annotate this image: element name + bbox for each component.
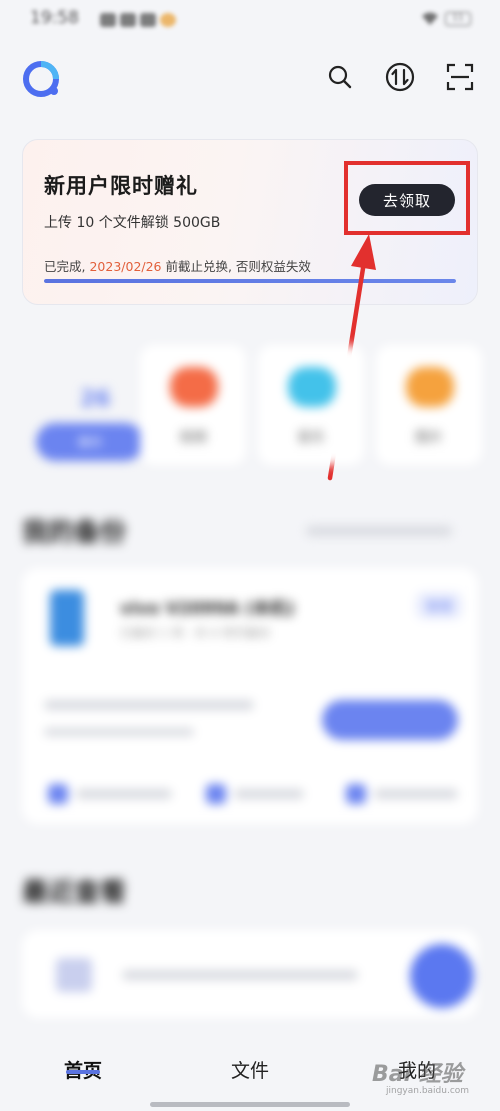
new-user-gift-card: 新用户限时赠礼 上传 10 个文件解锁 500GB 已完成, 2023/02/2…: [22, 139, 478, 305]
quick-actions-row: 26 备份 视频 音乐 图片: [0, 345, 500, 475]
home-indicator: [150, 1102, 350, 1107]
status-bar: 19:58 11: [0, 0, 500, 40]
watermark-logo: Bai 经验: [372, 1062, 463, 1087]
app-logo-icon: [23, 61, 59, 97]
file-icon: [56, 958, 92, 992]
backup-item-line: [76, 789, 172, 799]
device-name: vivo V2099A (本机): [120, 599, 295, 619]
promo-deadline-text: 已完成, 2023/02/26 前截止兑换, 否则权益失效: [44, 256, 311, 275]
notification-icons: [100, 12, 188, 27]
progress-fill: [44, 279, 456, 283]
backup-tile[interactable]: 26 备份: [18, 345, 144, 465]
promo-progress-bar: [44, 279, 456, 283]
status-time: 19:58: [30, 8, 79, 28]
quick-tile-label: 图片: [415, 430, 443, 446]
quick-tile-image[interactable]: 图片: [376, 345, 482, 465]
recent-item-text: [122, 970, 358, 980]
nav-files-tab[interactable]: 文件: [227, 1056, 273, 1083]
status-suffix: 前截止兑换, 否则权益失效: [161, 259, 311, 274]
quick-tile-label: 视频: [179, 430, 207, 446]
quick-tile-video[interactable]: 视频: [140, 345, 246, 465]
search-icon[interactable]: [323, 60, 357, 94]
scan-icon[interactable]: [443, 60, 477, 94]
phone-icon: [50, 590, 84, 646]
wifi-icon: [422, 12, 438, 25]
backup-item-line: [374, 789, 458, 799]
quick-tile-music[interactable]: 音乐: [258, 345, 364, 465]
backup-pill: 备份: [36, 423, 144, 461]
download-icon: [346, 784, 366, 804]
backup-hint-sub: [44, 728, 194, 736]
device-manage-tag[interactable]: 管理: [416, 592, 463, 619]
backup-toolbar: [306, 526, 452, 536]
deadline-date: 2023/02/26: [89, 259, 162, 274]
claim-button[interactable]: 去领取: [359, 184, 455, 216]
video-icon: [170, 367, 218, 407]
status-prefix: 已完成,: [44, 259, 86, 274]
music-icon: [288, 367, 336, 407]
backup-item-line: [234, 789, 304, 799]
backup-count: 26: [80, 387, 111, 412]
contacts-icon: [48, 784, 68, 804]
device-backup-card[interactable]: vivo V2099A (本机) 已备份 1 项 · 共 4 项可备份 管理: [22, 568, 478, 824]
backup-hint-line: [44, 700, 254, 710]
nav-active-indicator: [66, 1070, 100, 1074]
watermark-url: jingyan.baidu.com: [386, 1086, 470, 1096]
photos-icon: [206, 784, 226, 804]
recent-title: 最近查看: [22, 878, 127, 908]
battery-icon: 11: [445, 12, 471, 26]
upload-fab-button[interactable]: [410, 944, 474, 1008]
promo-title: 新用户限时赠礼: [44, 174, 198, 198]
my-backup-title: 我的备份: [22, 518, 127, 548]
backup-now-button[interactable]: [322, 700, 458, 740]
transfer-icon[interactable]: [383, 60, 417, 94]
device-subtitle: 已备份 1 项 · 共 4 项可备份: [120, 626, 270, 640]
image-icon: [406, 367, 454, 407]
quick-tile-label: 音乐: [297, 430, 325, 446]
promo-subtitle: 上传 10 个文件解锁 500GB: [44, 215, 221, 231]
